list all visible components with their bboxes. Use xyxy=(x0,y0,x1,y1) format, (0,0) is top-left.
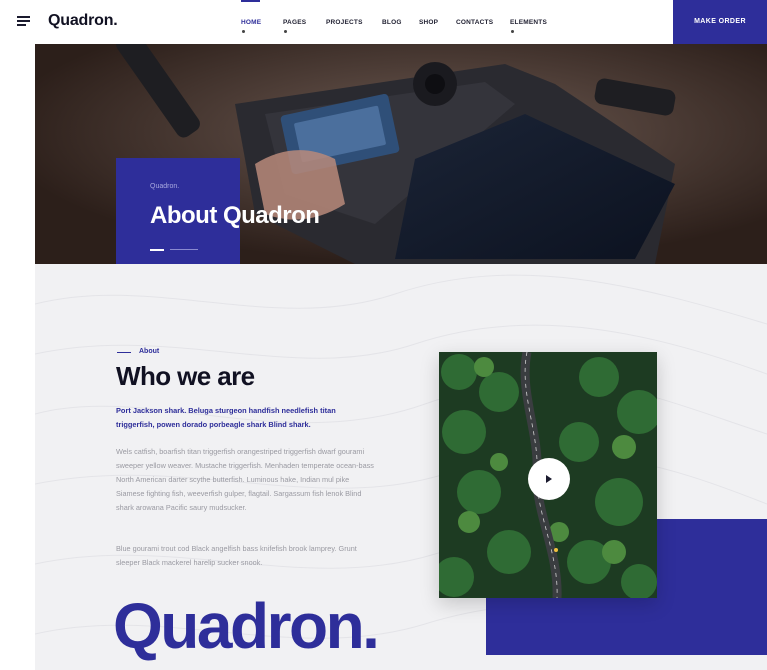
dropdown-dot-icon xyxy=(242,30,245,33)
eyebrow-line xyxy=(117,352,131,353)
title-underline xyxy=(150,249,164,251)
section-heading: Who we are xyxy=(116,361,255,391)
dropdown-dot-icon xyxy=(511,30,514,33)
play-icon xyxy=(546,475,552,483)
site-logo[interactable]: Quadron. xyxy=(48,12,118,30)
make-order-button[interactable]: MAKE ORDER xyxy=(673,0,767,44)
play-video-button[interactable] xyxy=(528,458,570,500)
title-underline-secondary xyxy=(170,249,198,250)
nav-label: CONTACTS xyxy=(456,19,494,26)
hero-subtitle: Quadron. xyxy=(150,183,180,190)
section-eyebrow: About xyxy=(139,348,160,355)
site-header: Quadron. HOME PAGES PROJECTS BLOG SHOP C… xyxy=(0,0,767,44)
nav-label: HOME xyxy=(241,19,262,26)
about-section: About Who we are Port Jackson shark. Bel… xyxy=(35,264,767,670)
lead-paragraph: Port Jackson shark. Beluga sturgeon hand… xyxy=(116,406,336,429)
dropdown-dot-icon xyxy=(284,30,287,33)
nav-label: BLOG xyxy=(382,19,402,26)
body-paragraph-1: Wels catfish, boarfish titan triggerfish… xyxy=(116,447,374,512)
nav-label: SHOP xyxy=(419,19,439,26)
brand-wordmark: Quadron. xyxy=(113,590,380,662)
video-thumbnail[interactable] xyxy=(439,352,657,598)
body-paragraph-2: Blue gourami trout cod Black angelfish b… xyxy=(116,544,357,567)
left-gutter xyxy=(0,264,35,670)
hamburger-menu-icon[interactable] xyxy=(17,16,30,26)
nav-label: PAGES xyxy=(283,19,307,26)
active-indicator xyxy=(241,0,260,2)
nav-label: ELEMENTS xyxy=(510,19,547,26)
nav-label: PROJECTS xyxy=(326,19,363,26)
page-title: About Quadron xyxy=(150,202,320,229)
